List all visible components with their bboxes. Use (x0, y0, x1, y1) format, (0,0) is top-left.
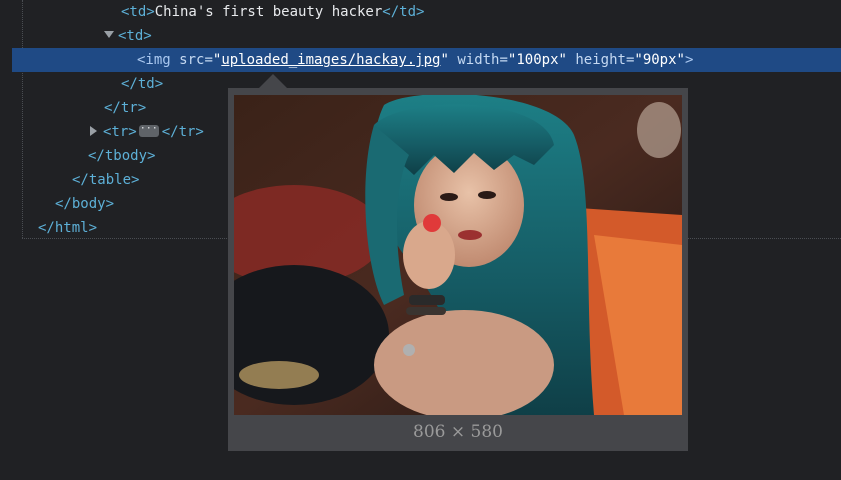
tooltip-pointer (259, 74, 287, 88)
dom-node-html-close[interactable]: </html> (0, 216, 97, 240)
attr-width-name: width= (457, 52, 508, 68)
quote-close: " (440, 52, 449, 68)
attr-height-name: height= (575, 52, 635, 68)
td-text-content: China's first beauty hacker (154, 4, 383, 20)
tag-tr-close: </tr> (104, 100, 147, 116)
dom-node-td-close[interactable]: </td> (0, 72, 163, 96)
tag-tbody-close: </tbody> (88, 148, 156, 164)
dom-node-img-selected[interactable]: <img src="uploaded_images/hackay.jpg" wi… (12, 48, 841, 72)
tag-body-close: </body> (55, 196, 115, 212)
tag-img-end: > (684, 52, 694, 68)
dom-node-tbody-close[interactable]: </tbody> (0, 144, 155, 168)
dom-node-td-text[interactable]: <td>China's first beauty hacker</td> (0, 0, 424, 24)
devtools-elements-panel: <td>China's first beauty hacker</td> <td… (0, 0, 841, 480)
tag-html-close: </html> (38, 220, 98, 236)
dom-node-tr-close[interactable]: </tr> (0, 96, 146, 120)
collapse-arrow-icon[interactable] (90, 126, 97, 136)
dom-node-body-close[interactable]: </body> (0, 192, 114, 216)
tag-tr-close: </tr> (161, 124, 204, 140)
dom-node-tr-collapsed[interactable]: <tr> ··· </tr> (0, 120, 204, 144)
image-dimensions: 806 × 580 (413, 422, 503, 442)
preview-photo (234, 95, 682, 415)
dom-node-td-expanded[interactable]: <td> (0, 24, 152, 48)
tag-td-close: </td> (121, 76, 164, 92)
expand-arrow-icon[interactable] (104, 30, 114, 38)
tag-img-open: <img (137, 52, 171, 68)
tag-td-close: </td> (382, 4, 425, 20)
tag-table-close: </table> (72, 172, 140, 188)
attr-src-name: src= (179, 52, 213, 68)
image-preview-tooltip: 806 × 580 (228, 88, 688, 451)
tag-tr-open: <tr> (103, 124, 137, 140)
attr-height-value: "90px" (634, 52, 685, 68)
image-preview (234, 95, 682, 415)
src-link[interactable]: uploaded_images/hackay.jpg (221, 52, 440, 68)
ellipsis-button[interactable]: ··· (138, 124, 159, 137)
tag-td-open: <td> (118, 28, 152, 44)
tag-td-open: <td> (121, 4, 155, 20)
dom-node-table-close[interactable]: </table> (0, 168, 139, 192)
attr-width-value: "100px" (507, 52, 567, 68)
